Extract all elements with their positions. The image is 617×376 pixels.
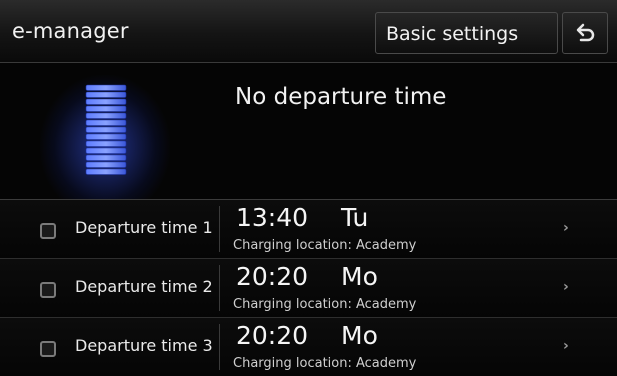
back-arrow-icon xyxy=(576,23,595,42)
departure-time-1-location: Charging location: Academy xyxy=(233,238,417,253)
basic-settings-button[interactable]: Basic settings xyxy=(375,12,558,54)
departure-time-row-2[interactable]: Departure time 2 20:20 Mo Charging locat… xyxy=(0,258,617,317)
row-divider xyxy=(219,324,220,370)
departure-time-row-1[interactable]: Departure time 1 13:40 Tu Charging locat… xyxy=(0,199,617,258)
row-divider xyxy=(219,206,220,252)
departure-time-list: Departure time 1 13:40 Tu Charging locat… xyxy=(0,199,617,376)
departure-time-3-location: Charging location: Academy xyxy=(233,356,417,371)
departure-time-row-3[interactable]: Departure time 3 20:20 Mo Charging locat… xyxy=(0,317,617,376)
basic-settings-label: Basic settings xyxy=(386,23,519,45)
chevron-right-icon[interactable]: › xyxy=(563,279,569,295)
chevron-right-icon[interactable]: › xyxy=(563,220,569,236)
charging-summary: No departure time xyxy=(0,63,617,205)
battery-icon xyxy=(85,84,127,175)
departure-time-2-checkbox[interactable] xyxy=(40,282,56,298)
chevron-right-icon[interactable]: › xyxy=(563,338,569,354)
departure-time-3-label: Departure time 3 xyxy=(75,336,213,355)
departure-time-2-time: 20:20 xyxy=(236,262,309,291)
departure-time-1-time: 13:40 xyxy=(236,203,309,232)
departure-time-1-checkbox[interactable] xyxy=(40,223,56,239)
departure-time-3-day: Mo xyxy=(341,321,378,350)
departure-time-2-day: Mo xyxy=(341,262,378,291)
header-bar: e-manager Basic settings xyxy=(0,0,617,63)
no-departure-time-text: No departure time xyxy=(235,84,447,110)
departure-time-2-label: Departure time 2 xyxy=(75,277,213,296)
app-title: e-manager xyxy=(12,19,129,43)
departure-time-2-location: Charging location: Academy xyxy=(233,297,417,312)
departure-time-3-time: 20:20 xyxy=(236,321,309,350)
departure-time-1-day: Tu xyxy=(341,203,369,232)
departure-time-1-label: Departure time 1 xyxy=(75,218,213,237)
back-button[interactable] xyxy=(562,12,608,54)
row-divider xyxy=(219,265,220,311)
departure-time-3-checkbox[interactable] xyxy=(40,341,56,357)
